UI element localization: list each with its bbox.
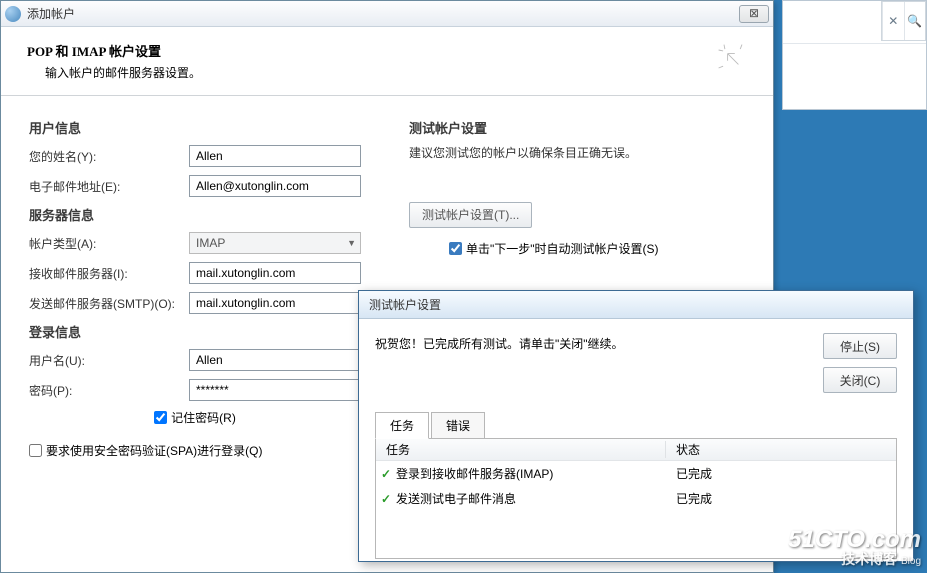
test-settings-button[interactable]: 测试帐户设置(T)... [409, 202, 532, 228]
auto-test-label: 单击"下一步"时自动测试帐户设置(S) [466, 240, 659, 257]
search-icon[interactable]: 🔍 [904, 2, 926, 40]
name-input[interactable] [189, 145, 361, 167]
section-user-info: 用户信息 [29, 118, 409, 137]
status-cell: 已完成 [666, 490, 896, 507]
table-row: ✓ 发送测试电子邮件消息 已完成 [376, 486, 896, 511]
test-results-table: 任务 状态 ✓ 登录到接收邮件服务器(IMAP) 已完成 ✓ 发送测试电子邮件消… [375, 439, 897, 559]
password-label: 密码(P): [29, 382, 189, 399]
spa-checkbox[interactable] [29, 444, 42, 457]
test-info-text: 建议您测试您的帐户以确保条目正确无误。 [409, 145, 753, 162]
window-icon [5, 6, 21, 22]
email-input[interactable] [189, 175, 361, 197]
section-test-settings: 测试帐户设置 [409, 118, 753, 137]
check-icon: ✓ [376, 492, 396, 506]
tab-errors[interactable]: 错误 [431, 412, 485, 439]
tab-tasks[interactable]: 任务 [375, 412, 429, 439]
remember-password-checkbox[interactable] [154, 411, 167, 424]
page-title: POP 和 IMAP 帐户设置 [27, 41, 715, 60]
table-row: ✓ 登录到接收邮件服务器(IMAP) 已完成 [376, 461, 896, 486]
status-cell: 已完成 [666, 465, 896, 482]
close-x-icon[interactable]: ✕ [882, 2, 904, 40]
account-type-label: 帐户类型(A): [29, 235, 189, 252]
spa-label: 要求使用安全密码验证(SPA)进行登录(Q) [46, 442, 262, 459]
cursor-icon [715, 41, 755, 81]
check-icon: ✓ [376, 467, 396, 481]
col-status: 状态 [666, 441, 896, 458]
background-panel [783, 43, 926, 109]
stop-button[interactable]: 停止(S) [823, 333, 897, 359]
background-toolbar: ✕ 🔍 [782, 0, 927, 110]
remember-password-label: 记住密码(R) [171, 409, 236, 426]
task-cell: 发送测试电子邮件消息 [396, 490, 666, 507]
task-cell: 登录到接收邮件服务器(IMAP) [396, 465, 666, 482]
username-label: 用户名(U): [29, 352, 189, 369]
window-title: 添加帐户 [27, 5, 739, 22]
title-bar: 添加帐户 ⊠ [1, 1, 773, 27]
auto-test-checkbox[interactable] [449, 242, 462, 255]
password-input[interactable] [189, 379, 361, 401]
outgoing-input[interactable] [189, 292, 361, 314]
incoming-input[interactable] [189, 262, 361, 284]
col-task: 任务 [376, 441, 666, 458]
section-login-info: 登录信息 [29, 322, 409, 341]
incoming-label: 接收邮件服务器(I): [29, 265, 189, 282]
email-label: 电子邮件地址(E): [29, 178, 189, 195]
account-type-value: IMAP [196, 236, 225, 250]
close-button[interactable]: ⊠ [739, 5, 769, 23]
chevron-down-icon: ▼ [347, 238, 356, 248]
name-label: 您的姓名(Y): [29, 148, 189, 165]
username-input[interactable] [189, 349, 361, 371]
page-subtitle: 输入帐户的邮件服务器设置。 [27, 64, 715, 81]
account-type-select: IMAP ▼ [189, 232, 361, 254]
test-dialog-title: 测试帐户设置 [359, 291, 913, 319]
close-button[interactable]: 关闭(C) [823, 367, 897, 393]
section-server-info: 服务器信息 [29, 205, 409, 224]
outgoing-label: 发送邮件服务器(SMTP)(O): [29, 295, 189, 312]
test-success-message: 祝贺您！已完成所有测试。请单击"关闭"继续。 [375, 333, 823, 352]
test-account-dialog: 测试帐户设置 祝贺您！已完成所有测试。请单击"关闭"继续。 停止(S) 关闭(C… [358, 290, 914, 562]
